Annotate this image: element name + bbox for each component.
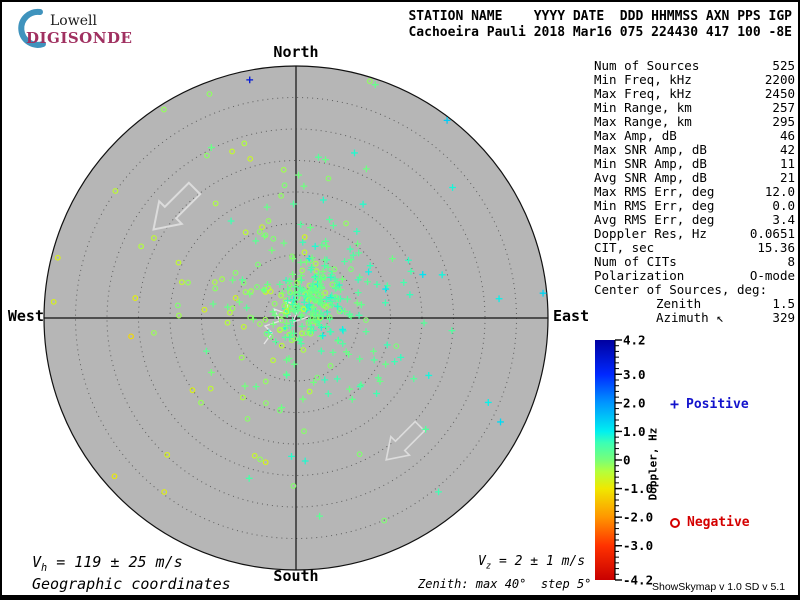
stat-label: Doppler Res, Hz (594, 226, 707, 241)
skymap-plot (43, 65, 549, 571)
stat-row: Doppler Res, Hz 0.0651 (594, 227, 795, 241)
stat-label: Max Amp, dB (594, 128, 677, 143)
vertical-velocity-readout: Vz = 2 ± 1 m/s (478, 554, 586, 572)
stat-value: 42 (779, 142, 795, 157)
legend-negative-label: Negative (687, 515, 750, 530)
stat-value: 46 (779, 128, 795, 143)
stat-label: Avg RMS Err, deg (594, 212, 715, 227)
stat-label: Min SNR Amp, dB (594, 156, 707, 171)
stat-row: Min SNR Amp, dB 11 (594, 157, 795, 171)
stat-row: Min Range, km 257 (594, 101, 795, 115)
stat-value: 21 (779, 170, 795, 185)
svg-text:3.0: 3.0 (623, 367, 646, 382)
stat-label: Max Freq, kHz (594, 86, 692, 101)
svg-text:-2.0: -2.0 (623, 510, 653, 525)
stat-value: 0.0 (772, 198, 795, 213)
zenith-scale-note: Zenith: max 40° step 5° (418, 577, 592, 591)
showskymap-window: Lowell DIGISONDE STATION NAME YYYY DATE … (0, 0, 800, 600)
plus-marker-icon: + (670, 395, 680, 413)
skymap-base (43, 65, 549, 571)
stat-label: Max SNR Amp, dB (594, 142, 707, 157)
stat-label: Min RMS Err, deg (594, 198, 715, 213)
stat-row: Num of Sources 525 (594, 59, 795, 73)
svg-text:2.0: 2.0 (623, 395, 646, 410)
circle-marker-icon (670, 517, 680, 528)
horizontal-velocity-readout: Vh = 119 ± 25 m/s (32, 553, 183, 574)
legend-positive-label: Positive (686, 397, 749, 412)
stat-label: CIT, sec (594, 240, 655, 255)
stat-row: Min RMS Err, deg 0.0 (594, 199, 795, 213)
colorbar-gradient (595, 340, 615, 580)
stat-label: Num of CITs (594, 254, 677, 269)
software-version-label: ShowSkymap v 1.0 SD v 5.1 (652, 581, 786, 593)
legend-positive: + Positive (670, 395, 749, 413)
stat-value: 295 (772, 114, 795, 129)
stat-value: 12.0 (764, 184, 795, 199)
stat-row: CIT, sec 15.36 (594, 241, 795, 255)
svg-text:-4.2: -4.2 (623, 573, 653, 588)
compass-south-label: South (273, 567, 319, 585)
compass-west-label: West (7, 307, 44, 325)
stat-value: 1.5 (772, 296, 795, 311)
stat-value: 257 (772, 100, 795, 115)
stat-label: Center of Sources, deg: (594, 282, 768, 297)
stat-value: 8 (787, 254, 795, 269)
stat-value: 2200 (764, 72, 795, 87)
stat-label: Zenith (656, 296, 702, 311)
svg-text:0: 0 (623, 453, 631, 468)
stat-label: Azimuth ↖ (656, 310, 724, 325)
stat-row: Azimuth ↖ 329 (594, 311, 795, 325)
stat-row: Num of CITs 8 (594, 255, 795, 269)
stat-value: 3.4 (772, 212, 795, 227)
stat-label: Avg SNR Amp, dB (594, 170, 707, 185)
stat-label: Num of Sources (594, 58, 700, 73)
stat-value: 11 (779, 156, 795, 171)
svg-text:1.0: 1.0 (623, 424, 646, 439)
stat-value: 15.36 (757, 240, 795, 255)
stat-row: Zenith 1.5 (594, 297, 795, 311)
svg-text:4.2: 4.2 (623, 333, 646, 348)
stat-label: Min Freq, kHz (594, 72, 692, 87)
stat-label: Min Range, km (594, 100, 692, 115)
stat-label: Max RMS Err, deg (594, 184, 715, 199)
statistics-panel: Num of Sources 525 Min Freq, kHz 2200 Max Fr… (594, 59, 795, 325)
stat-row: Max Freq, kHz 2450 (594, 87, 795, 101)
coordinate-system-label: Geographic coordinates (32, 575, 231, 593)
stat-value: 329 (772, 310, 795, 325)
stat-value: 2450 (764, 86, 795, 101)
stat-row: Max SNR Amp, dB 42 (594, 143, 795, 157)
stat-row: Max Amp, dB 46 (594, 129, 795, 143)
stat-value: 0.0651 (749, 226, 795, 241)
svg-text:-3.0: -3.0 (623, 538, 653, 553)
stat-label: Polarization (594, 268, 685, 283)
stat-row: Center of Sources, deg: (594, 283, 795, 297)
stat-label: Max Range, km (594, 114, 692, 129)
stat-row: Max Range, km 295 (594, 115, 795, 129)
stat-value: O-mode (749, 268, 795, 283)
stat-row: Min Freq, kHz 2200 (594, 73, 795, 87)
doppler-axis-label: Doppler, Hz (646, 427, 660, 501)
stat-row: Polarization O-mode (594, 269, 795, 283)
stat-row: Max RMS Err, deg 12.0 (594, 185, 795, 199)
stat-row: Avg SNR Amp, dB 21 (594, 171, 795, 185)
legend-negative: Negative (670, 515, 750, 530)
compass-north-label: North (273, 43, 319, 61)
stat-row: Avg RMS Err, deg 3.4 (594, 213, 795, 227)
stat-value: 525 (772, 58, 795, 73)
